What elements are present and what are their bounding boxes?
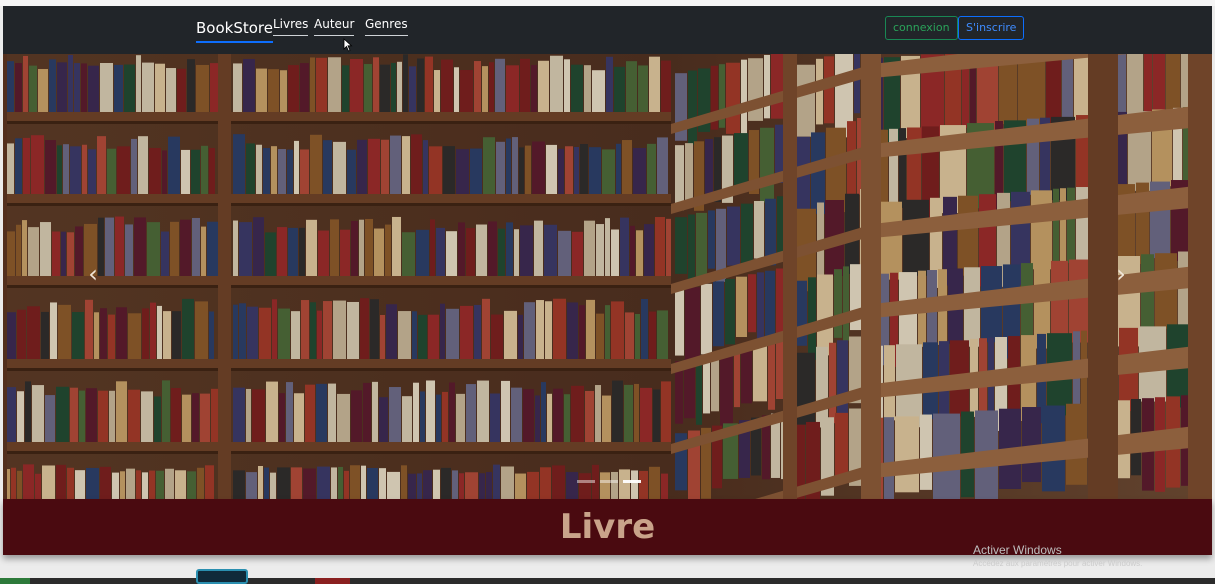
navbar: BookStore Livres Auteur Genres connexion… bbox=[3, 6, 1212, 54]
chevron-left-icon: ‹ bbox=[88, 260, 98, 288]
carousel-indicator-3[interactable] bbox=[623, 480, 641, 483]
login-button[interactable]: connexion bbox=[885, 16, 958, 40]
hero-carousel: ‹ › bbox=[3, 54, 1212, 499]
bookshelf-photo bbox=[3, 54, 1212, 499]
nav-link-livres[interactable]: Livres bbox=[273, 17, 309, 36]
carousel-indicator-1[interactable] bbox=[577, 480, 595, 483]
bottom-card bbox=[196, 569, 248, 584]
carousel-indicator-2[interactable] bbox=[600, 480, 618, 483]
bottom-green-block bbox=[0, 578, 30, 584]
bottom-strip bbox=[0, 578, 1215, 584]
mouse-cursor-icon bbox=[343, 38, 353, 52]
carousel-prev-button[interactable]: ‹ bbox=[81, 259, 105, 289]
chevron-right-icon: › bbox=[1116, 260, 1126, 288]
page: BookStore Livres Auteur Genres connexion… bbox=[0, 0, 1215, 584]
bottom-red-block bbox=[315, 578, 350, 584]
nav-link-genres[interactable]: Genres bbox=[365, 17, 408, 36]
carousel-next-button[interactable]: › bbox=[1109, 259, 1133, 289]
nav-link-auteur[interactable]: Auteur bbox=[314, 17, 355, 36]
activation-watermark-subtitle: Accédez aux paramètres pour activer Wind… bbox=[973, 559, 1143, 568]
signup-button[interactable]: S'inscrire bbox=[958, 16, 1025, 40]
activation-watermark-title: Activer Windows bbox=[973, 543, 1062, 557]
section-title: Livre bbox=[559, 507, 656, 547]
carousel-indicators bbox=[577, 480, 641, 483]
brand-link[interactable]: BookStore bbox=[196, 19, 273, 43]
